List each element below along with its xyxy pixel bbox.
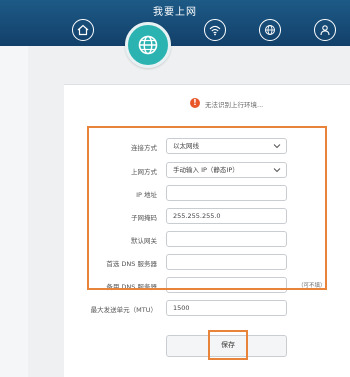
nav-user-button[interactable] <box>314 19 336 41</box>
globe-icon <box>138 35 158 55</box>
home-icon <box>77 24 89 36</box>
top-header: 我要上网 <box>0 0 350 46</box>
nav-home-button[interactable] <box>72 19 94 41</box>
status-message: 无法识别上行环境... <box>205 101 264 109</box>
page-title: 我要上网 <box>153 7 197 18</box>
mtu-input[interactable]: 1500 <box>166 300 287 316</box>
nav-wifi-button[interactable] <box>204 19 226 41</box>
warning-icon: ! <box>190 98 200 108</box>
user-icon <box>320 25 330 36</box>
wifi-icon <box>209 25 221 36</box>
highlight-box <box>87 126 327 290</box>
left-sidebar <box>0 46 28 377</box>
nav-internet-button[interactable] <box>125 22 171 68</box>
nav-network-button[interactable] <box>259 19 281 41</box>
network-icon <box>265 25 275 35</box>
mtu-label: 最大发送单元（MTU） <box>90 306 157 314</box>
divider <box>64 84 350 85</box>
save-button[interactable]: 保存 <box>208 330 248 360</box>
